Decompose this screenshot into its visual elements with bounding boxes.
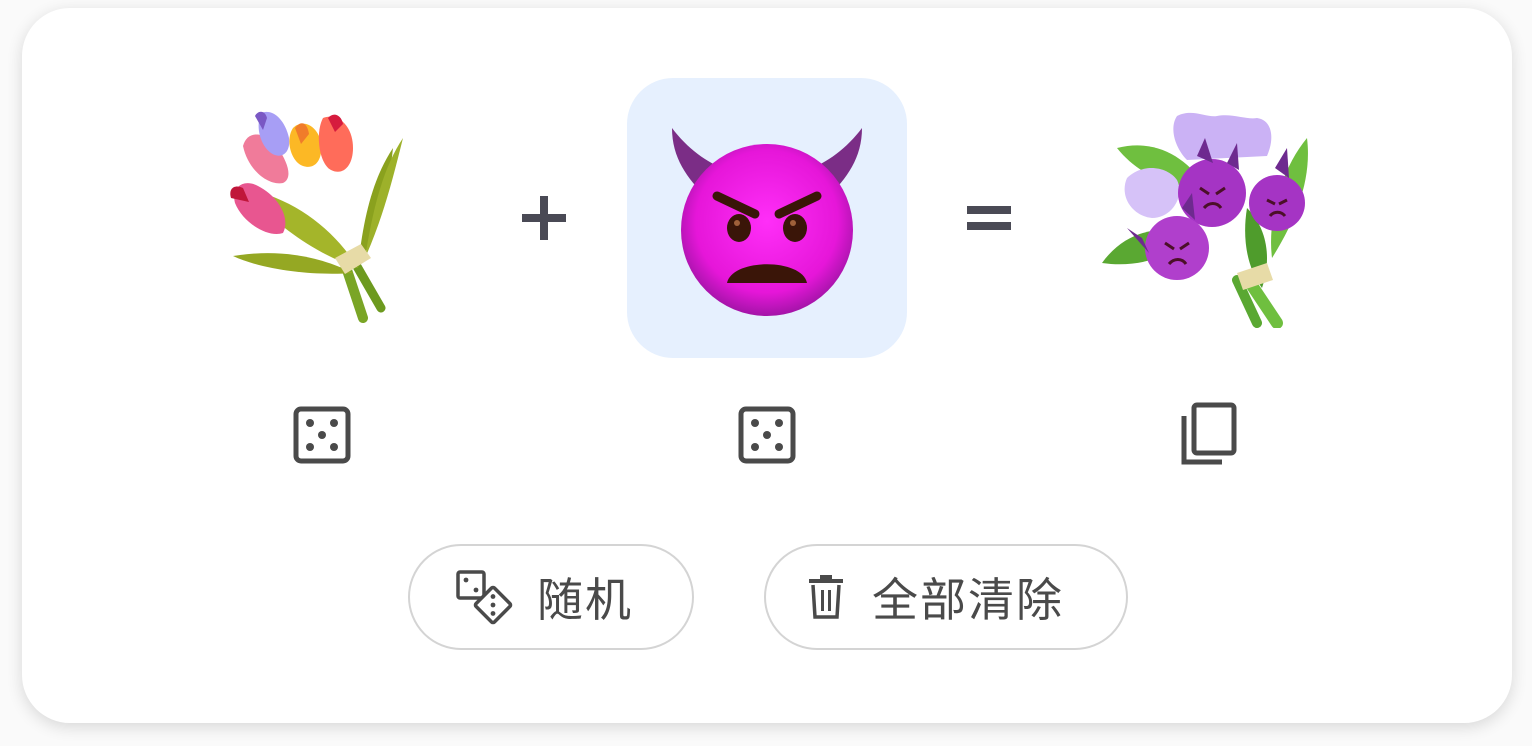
random-label: 随机 bbox=[537, 573, 633, 627]
plus-sign bbox=[514, 178, 574, 258]
equals-sign bbox=[959, 178, 1019, 258]
left-emoji-slot[interactable] bbox=[183, 78, 463, 358]
dice-pair-icon bbox=[455, 569, 515, 625]
result-emoji-slot[interactable] bbox=[1067, 78, 1347, 358]
trash-icon bbox=[808, 575, 844, 619]
random-button[interactable]: 随机 bbox=[408, 544, 694, 650]
clear-all-button[interactable]: 全部清除 bbox=[764, 544, 1128, 650]
copy-icon[interactable] bbox=[1176, 402, 1240, 467]
angry-devil-emoji bbox=[672, 128, 862, 316]
emoji-kitchen-card: 随机 全部清除 bbox=[22, 8, 1512, 723]
randomize-right-dice-icon[interactable] bbox=[735, 403, 799, 467]
randomize-left-dice-icon[interactable] bbox=[290, 403, 354, 467]
devil-bouquet-emoji bbox=[1102, 112, 1308, 328]
right-emoji-slot-selected[interactable] bbox=[627, 78, 907, 358]
bouquet-emoji bbox=[230, 111, 403, 323]
clear-all-label: 全部清除 bbox=[872, 573, 1064, 627]
